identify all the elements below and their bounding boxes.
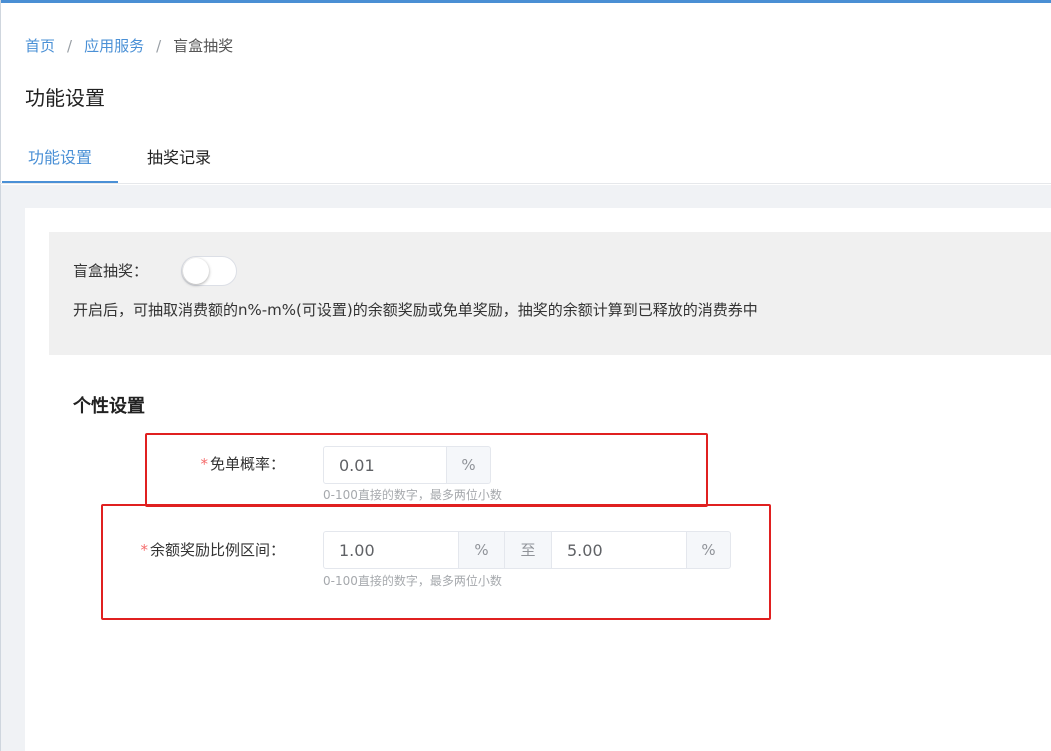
personal-settings-title: 个性设置	[73, 396, 145, 417]
free-order-rate-label-text: 免单概率：	[209, 455, 285, 473]
tab-feature-settings[interactable]: 功能设置	[2, 140, 118, 184]
free-order-rate-label: * 免单概率：	[150, 453, 285, 475]
tab-active-indicator	[2, 181, 118, 183]
balance-range-label: * 余额奖励比例区间：	[110, 539, 285, 561]
balance-range-max-input[interactable]	[551, 531, 687, 569]
balance-range-label-text: 余额奖励比例区间：	[149, 541, 285, 559]
breadcrumb-current: 盲盒抽奖	[173, 37, 234, 55]
page-title: 功能设置	[25, 86, 105, 110]
balance-range-hint: 0-100直接的数字，最多两位小数	[323, 574, 502, 588]
free-order-rate-unit: %	[446, 446, 491, 484]
breadcrumb-separator: /	[156, 37, 162, 55]
blind-box-switch-label: 盲盒抽奖：	[73, 262, 149, 280]
breadcrumb: 首页 / 应用服务 / 盲盒抽奖	[25, 35, 233, 57]
blind-box-description: 开启后，可抽取消费额的n%-m%(可设置)的余额奖励或免单奖励，抽奖的余额计算到…	[73, 301, 758, 319]
free-order-rate-hint: 0-100直接的数字，最多两位小数	[323, 488, 502, 502]
breadcrumb-home[interactable]: 首页	[25, 35, 55, 57]
blind-box-switch-panel	[49, 232, 1051, 355]
tab-lottery-records[interactable]: 抽奖记录	[122, 140, 236, 184]
blind-box-toggle[interactable]	[181, 256, 237, 286]
breadcrumb-app-services[interactable]: 应用服务	[84, 35, 144, 57]
required-mark: *	[140, 541, 148, 559]
free-order-rate-input[interactable]	[323, 446, 447, 484]
tab-bar: 功能设置 抽奖记录	[0, 140, 1051, 184]
balance-range-to-label: 至	[504, 531, 552, 569]
balance-range-min-unit: %	[458, 531, 505, 569]
top-accent-bar	[0, 0, 1051, 3]
required-mark: *	[200, 455, 208, 473]
breadcrumb-separator: /	[67, 37, 73, 55]
balance-range-min-input[interactable]	[323, 531, 459, 569]
balance-range-max-unit: %	[686, 531, 731, 569]
toggle-knob	[183, 258, 209, 284]
